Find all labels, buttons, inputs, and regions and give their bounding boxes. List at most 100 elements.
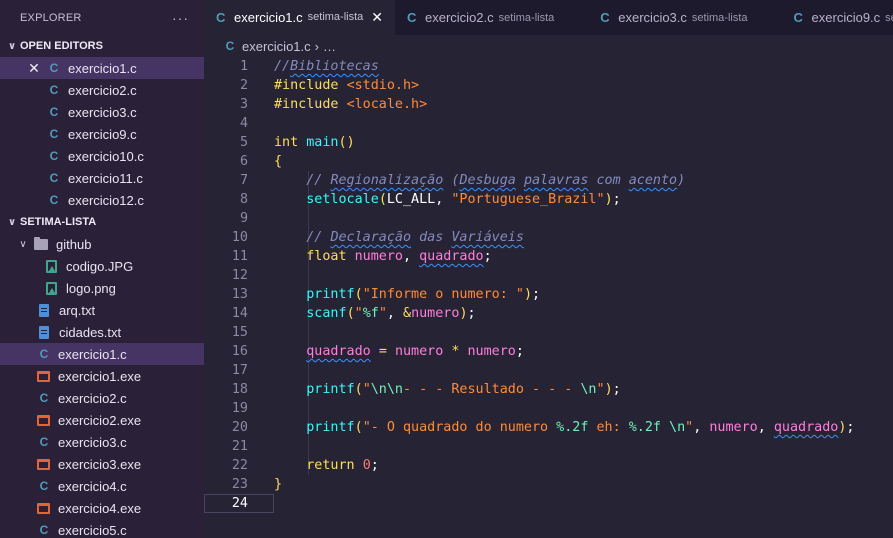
more-actions-button[interactable]: ··· [172, 10, 189, 26]
close-icon[interactable]: ✕ [27, 60, 41, 77]
line-number: 22 [231, 458, 248, 473]
c-file-icon: C [49, 127, 59, 141]
code-line[interactable]: 21 [204, 437, 893, 456]
explorer-header: EXPLORER ··· [0, 0, 204, 35]
file-label: exercicio1.c [58, 346, 127, 362]
exe-file-icon [37, 458, 50, 470]
code-line[interactable]: 3 #include <locale.h> [204, 95, 893, 114]
open-editors-section[interactable]: ∨ OPEN EDITORS [0, 35, 204, 57]
breadcrumb-file[interactable]: exercicio1.c [242, 39, 311, 54]
workspace-files-list: arq.txt cidades.txt Cexercicio1.c exercicio… [0, 299, 204, 538]
file-item[interactable]: exercicio4.exe [0, 497, 204, 519]
breadcrumb-more[interactable]: … [323, 39, 336, 54]
c-file-icon: C [39, 347, 49, 361]
line-number: 23 [231, 477, 248, 492]
line-number: 7 [239, 173, 248, 188]
line-number: 14 [231, 306, 248, 321]
open-editor-item[interactable]: Cexercicio2.c [0, 79, 204, 101]
file-label: exercicio4.c [58, 478, 127, 494]
tab-label: exercicio2.c [425, 10, 494, 25]
tab-exercicio3-c[interactable]: Cexercicio3.c setima-lista [588, 0, 781, 35]
file-item[interactable]: exercicio2.exe [0, 409, 204, 431]
code-line[interactable]: 11 float numero, quadrado; [204, 247, 893, 266]
workspace-label: SETIMA-LISTA [20, 216, 97, 228]
code-line[interactable]: 9 [204, 209, 893, 228]
file-label: exercicio3.exe [58, 456, 142, 472]
code-text: scanf("%f", &numero); [306, 306, 476, 321]
file-item[interactable]: codigo.JPG [0, 255, 204, 277]
file-item[interactable]: cidades.txt [0, 321, 204, 343]
open-editor-item[interactable]: ✕ Cexercicio1.c [0, 57, 204, 79]
code-line[interactable]: 13 printf("Informe o numero: "); [204, 285, 893, 304]
file-item[interactable]: logo.png [0, 277, 204, 299]
file-item[interactable]: Cexercicio2.c [0, 387, 204, 409]
code-line[interactable]: 8 setlocale(LC_ALL, "Portuguese_Brazil")… [204, 190, 893, 209]
code-line[interactable]: 24 [204, 494, 893, 513]
open-editor-item[interactable]: Cexercicio3.c [0, 101, 204, 123]
workspace-section[interactable]: ∨ SETIMA-LISTA [0, 211, 204, 233]
code-line[interactable]: 6{ [204, 152, 893, 171]
code-text: quadrado = numero * numero; [306, 344, 524, 359]
line-number: 20 [231, 420, 248, 435]
file-item[interactable]: exercicio3.exe [0, 453, 204, 475]
code-line[interactable]: 12 [204, 266, 893, 285]
file-item[interactable]: Cexercicio5.c [0, 519, 204, 538]
code-line[interactable]: 22 return 0; [204, 456, 893, 475]
code-line[interactable]: 5 int main() [204, 133, 893, 152]
code-line[interactable]: 18 printf("\n\n- - - Resultado - - - \n"… [204, 380, 893, 399]
file-item[interactable]: Cexercicio1.c [0, 343, 204, 365]
code-line[interactable]: 15 [204, 323, 893, 342]
tab-exercicio2-c[interactable]: Cexercicio2.c setima-lista [395, 0, 588, 35]
breadcrumb: C exercicio1.c › … [204, 35, 893, 57]
code-line[interactable]: 4 [204, 114, 893, 133]
line-number: 5 [239, 135, 248, 150]
editor-area: Cexercicio1.c setima-lista ✕ Cexercicio2.c s… [204, 0, 893, 538]
code-line[interactable]: 1 //Bibliotecas [204, 57, 893, 76]
exe-file-icon [37, 414, 50, 426]
code-line[interactable]: 10 // Declaração das Variáveis [204, 228, 893, 247]
tab-exercicio1-c[interactable]: Cexercicio1.c setima-lista ✕ [204, 0, 395, 35]
code-line[interactable]: 7 // Regionalização (Desbuga palavras co… [204, 171, 893, 190]
line-number: 17 [231, 363, 248, 378]
file-label: exercicio4.exe [58, 500, 142, 516]
tab-exercicio9-c[interactable]: Cexercicio9.c setima-lista [782, 0, 893, 35]
c-file-icon: C [49, 193, 59, 207]
code-text: printf("\n\n- - - Resultado - - - \n"); [306, 382, 621, 397]
file-item[interactable]: Cexercicio4.c [0, 475, 204, 497]
open-editor-item[interactable]: Cexercicio12.c [0, 189, 204, 211]
open-editor-item[interactable]: Cexercicio11.c [0, 167, 204, 189]
file-item[interactable]: arq.txt [0, 299, 204, 321]
code-line[interactable]: 23} [204, 475, 893, 494]
chevron-right-icon: › [314, 38, 319, 54]
code-text: } [274, 477, 283, 492]
file-label: exercicio3.c [68, 104, 137, 120]
folder-github[interactable]: ∨ github [0, 233, 204, 255]
code-line[interactable]: 19 [204, 399, 893, 418]
code-line[interactable]: 16 quadrado = numero * numero; [204, 342, 893, 361]
tab-description: setima-lista [498, 11, 555, 24]
file-item[interactable]: Cexercicio3.c [0, 431, 204, 453]
code-line[interactable]: 20 printf("- O quadrado do numero %.2f e… [204, 418, 893, 437]
code-line[interactable]: 14 scanf("%f", &numero); [204, 304, 893, 323]
file-label: codigo.JPG [66, 258, 134, 274]
c-file-icon: C [39, 523, 49, 537]
explorer-title: EXPLORER [20, 11, 82, 24]
open-editor-item[interactable]: Cexercicio10.c [0, 145, 204, 167]
line-number: 4 [239, 116, 248, 131]
folder-files-list: codigo.JPG logo.png [0, 255, 204, 299]
tab-description: setima-lista [307, 11, 364, 23]
file-label: exercicio9.c [68, 126, 137, 142]
text-file-icon [39, 325, 49, 339]
code-text: int main() [274, 135, 355, 150]
file-item[interactable]: exercicio1.exe [0, 365, 204, 387]
c-file-icon: C [49, 61, 59, 75]
folder-label: github [56, 236, 92, 252]
close-icon[interactable]: ✕ [371, 9, 383, 26]
code-line[interactable]: 17 [204, 361, 893, 380]
tab-description: setima-lista [691, 11, 748, 24]
code-line[interactable]: 2 #include <stdio.h> [204, 76, 893, 95]
code-editor[interactable]: 1 //Bibliotecas 2 #include <stdio.h> 3 #inclu… [204, 57, 893, 513]
open-editor-item[interactable]: Cexercicio9.c [0, 123, 204, 145]
